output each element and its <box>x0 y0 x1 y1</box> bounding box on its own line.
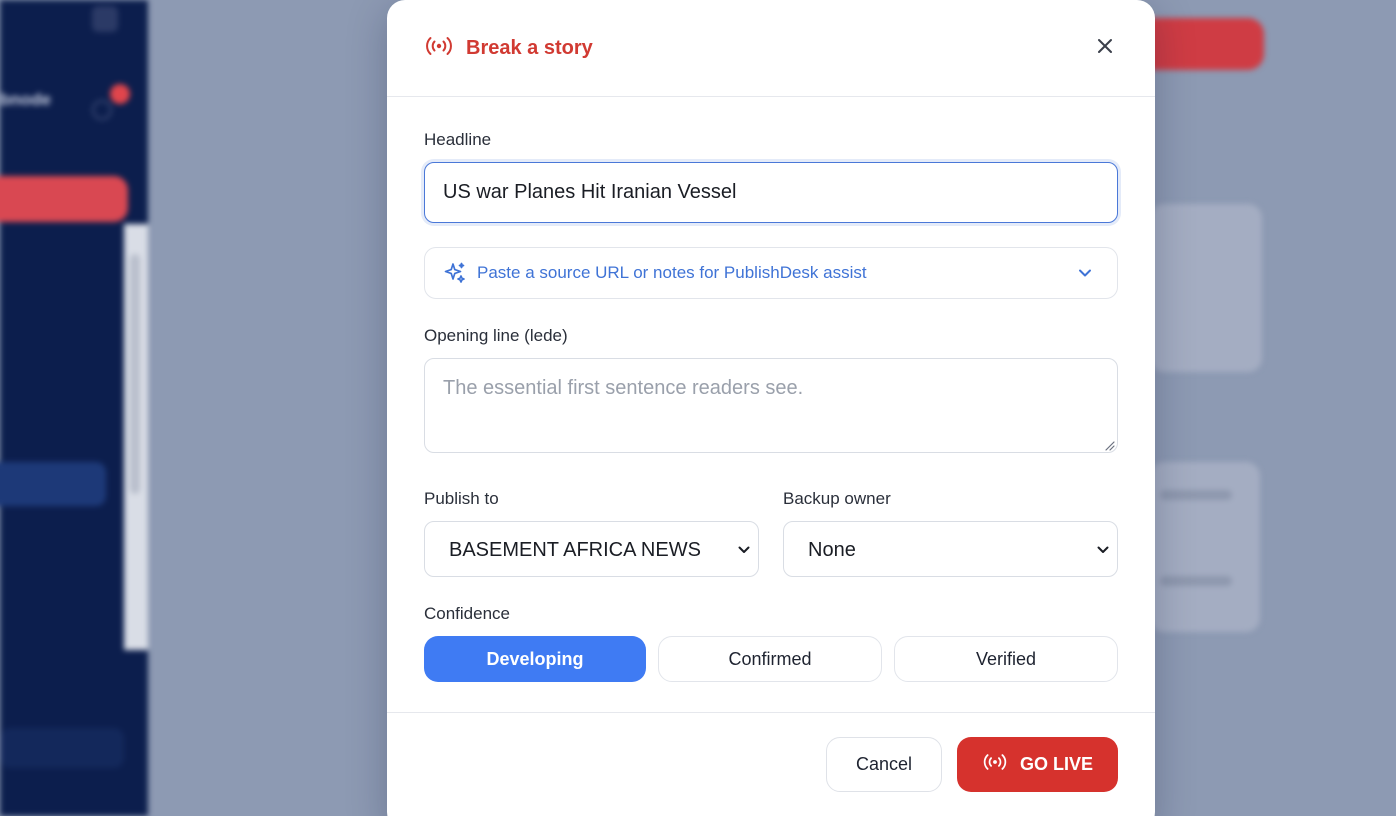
confidence-confirmed-button[interactable]: Confirmed <box>658 636 882 682</box>
go-live-button[interactable]: GO LIVE <box>957 737 1118 792</box>
background-line <box>1160 576 1232 586</box>
background-scroll-thumb <box>130 254 140 494</box>
publish-to-select[interactable]: BASEMENT AFRICA NEWS <box>424 521 759 577</box>
backup-owner-value: None <box>808 539 856 561</box>
background-notification-dot <box>110 84 130 104</box>
publish-to-value: BASEMENT AFRICA NEWS <box>449 539 701 561</box>
cancel-button[interactable]: Cancel <box>826 737 942 792</box>
background-sidebar-footer <box>0 728 124 768</box>
resize-grip-icon[interactable] <box>1103 438 1115 456</box>
publish-to-label: Publish to <box>424 489 499 508</box>
dialog-title: Break a story <box>466 36 593 59</box>
close-button[interactable] <box>1089 32 1121 64</box>
dialog-title-group: Break a story <box>424 33 593 63</box>
backup-owner-select[interactable]: None <box>783 521 1118 577</box>
background-primary-button <box>0 176 128 222</box>
dialog-footer-divider <box>387 712 1155 713</box>
chevron-down-icon <box>1077 265 1093 286</box>
break-story-dialog: Break a story Headline Paste a source UR… <box>387 0 1155 816</box>
broadcast-icon <box>982 752 1008 777</box>
go-live-label: GO LIVE <box>1019 754 1093 774</box>
background-menu-icon <box>92 6 118 32</box>
publishdesk-assist-toggle[interactable]: Paste a source URL or notes for PublishD… <box>424 247 1118 299</box>
sparkle-icon <box>443 261 467 290</box>
confidence-label: Confidence <box>424 604 511 623</box>
background-card <box>1150 462 1260 632</box>
background-line <box>1160 490 1232 500</box>
background-card <box>1150 204 1262 372</box>
headline-input[interactable] <box>424 162 1118 223</box>
lede-textarea[interactable] <box>424 358 1118 453</box>
chevron-down-icon <box>1096 543 1110 562</box>
background-bell-icon <box>92 100 112 120</box>
confidence-developing-button[interactable]: Developing <box>424 636 646 682</box>
assist-text: Paste a source URL or notes for PublishD… <box>477 263 867 282</box>
headline-label: Headline <box>424 130 492 149</box>
dialog-header: Break a story <box>387 0 1155 97</box>
background-nav-active-item <box>0 462 106 506</box>
background-scrollbar <box>124 224 148 650</box>
background-brand: bnode <box>0 90 51 109</box>
chevron-down-icon <box>737 543 751 562</box>
lede-label: Opening line (lede) <box>424 326 568 345</box>
broadcast-icon <box>424 35 454 62</box>
backup-owner-label: Backup owner <box>783 489 891 508</box>
confidence-verified-button[interactable]: Verified <box>894 636 1118 682</box>
close-icon <box>1096 37 1114 60</box>
